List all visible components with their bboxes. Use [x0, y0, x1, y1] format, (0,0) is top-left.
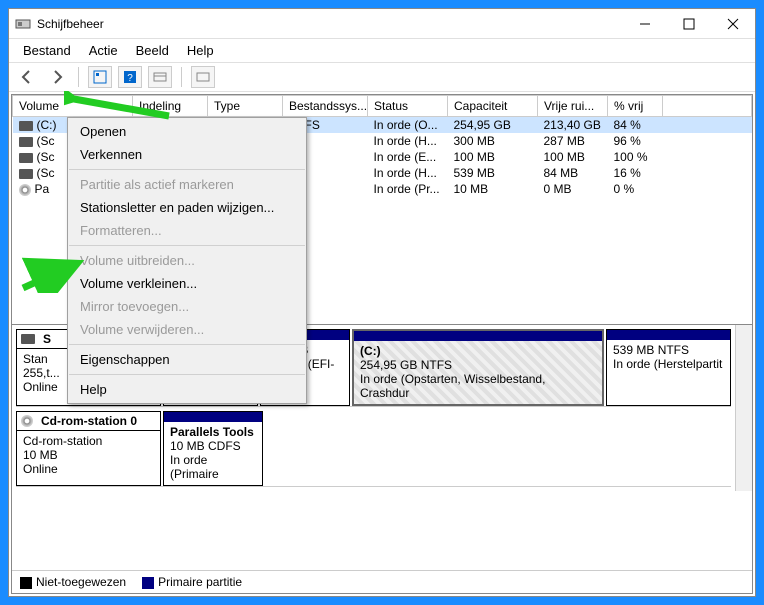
col-type[interactable]: Type [208, 96, 283, 117]
separator [181, 67, 182, 87]
col-status[interactable]: Status [368, 96, 448, 117]
svg-text:?: ? [127, 73, 133, 84]
toolbar: ? [9, 62, 755, 92]
ctx-open[interactable]: Openen [68, 120, 306, 143]
maximize-button[interactable] [667, 9, 711, 39]
col-fs[interactable]: Bestandssys... [283, 96, 368, 117]
ctx-mirror: Mirror toevoegen... [68, 295, 306, 318]
disk-name: S [43, 332, 51, 346]
volume-icon [19, 153, 33, 163]
separator [78, 67, 79, 87]
disk-management-window: Schijfbeheer Bestand Actie Beeld Help ? … [8, 8, 756, 597]
part-size: 254,95 GB NTFS [360, 358, 596, 372]
disk-row-cd: Cd-rom-station 0 Cd-rom-station 10 MB On… [16, 411, 731, 487]
disk-icon [21, 334, 35, 344]
col-volume[interactable]: Volume [13, 96, 133, 117]
help-button[interactable]: ? [118, 66, 142, 88]
col-cap[interactable]: Capaciteit [448, 96, 538, 117]
minimize-button[interactable] [623, 9, 667, 39]
menu-view[interactable]: Beeld [128, 41, 177, 60]
forward-button[interactable] [45, 66, 69, 88]
ctx-change-letter[interactable]: Stationsletter en paden wijzigen... [68, 196, 306, 219]
part-size: 10 MB CDFS [170, 439, 256, 453]
volume-icon [19, 184, 31, 196]
menu-file[interactable]: Bestand [15, 41, 79, 60]
col-pct[interactable]: % vrij [608, 96, 663, 117]
partition-selected[interactable]: (C:) 254,95 GB NTFS In orde (Opstarten, … [352, 329, 604, 406]
vertical-scrollbar[interactable] [735, 325, 752, 491]
cd-icon [21, 415, 33, 427]
app-icon [15, 16, 31, 32]
table-header: Volume Indeling Type Bestandssys... Stat… [13, 96, 752, 117]
close-button[interactable] [711, 9, 755, 39]
legend: Niet-toegewezen Primaire partitie [12, 570, 752, 593]
disk-info[interactable]: Cd-rom-station 0 Cd-rom-station 10 MB On… [16, 411, 161, 486]
back-button[interactable] [15, 66, 39, 88]
ctx-extend: Volume uitbreiden... [68, 249, 306, 272]
toolbar-btn-3[interactable] [148, 66, 172, 88]
col-blank[interactable] [663, 96, 752, 117]
window-title: Schijfbeheer [37, 17, 623, 31]
separator [69, 344, 305, 345]
toolbar-btn-4[interactable] [191, 66, 215, 88]
separator [69, 245, 305, 246]
volume-icon [19, 121, 33, 131]
legend-unallocated: Niet-toegewezen [20, 575, 126, 589]
separator [69, 169, 305, 170]
separator [69, 374, 305, 375]
col-free[interactable]: Vrije rui... [538, 96, 608, 117]
titlebar: Schijfbeheer [9, 9, 755, 39]
disk-type: Cd-rom-station [23, 434, 154, 448]
menubar: Bestand Actie Beeld Help [9, 39, 755, 62]
ctx-delete: Volume verwijderen... [68, 318, 306, 341]
ctx-mark-active: Partitie als actief markeren [68, 173, 306, 196]
part-status: In orde (Primaire [170, 453, 256, 481]
disk-size: 10 MB [23, 448, 154, 462]
volume-list: Volume Indeling Type Bestandssys... Stat… [12, 95, 752, 325]
volume-icon [19, 137, 33, 147]
legend-primary: Primaire partitie [142, 575, 242, 589]
menu-help[interactable]: Help [179, 41, 222, 60]
menu-action[interactable]: Actie [81, 41, 126, 60]
part-name: (C:) [360, 344, 596, 358]
part-status: In orde (Opstarten, Wisselbestand, Crash… [360, 372, 596, 400]
ctx-shrink[interactable]: Volume verkleinen... [68, 272, 306, 295]
disk-status: Online [23, 462, 154, 476]
ctx-format: Formatteren... [68, 219, 306, 242]
toolbar-btn-1[interactable] [88, 66, 112, 88]
partition[interactable]: Parallels Tools 10 MB CDFS In orde (Prim… [163, 411, 263, 486]
volume-icon [19, 169, 33, 179]
disk-name: Cd-rom-station 0 [41, 414, 137, 428]
ctx-properties[interactable]: Eigenschappen [68, 348, 306, 371]
ctx-help[interactable]: Help [68, 378, 306, 401]
part-status: In orde (Herstelpartit [613, 357, 724, 371]
col-layout[interactable]: Indeling [133, 96, 208, 117]
partition[interactable]: 539 MB NTFS In orde (Herstelpartit [606, 329, 731, 406]
part-name: Parallels Tools [170, 425, 256, 439]
content-area: Volume Indeling Type Bestandssys... Stat… [11, 94, 753, 594]
context-menu: Openen Verkennen Partitie als actief mar… [67, 117, 307, 404]
ctx-explore[interactable]: Verkennen [68, 143, 306, 166]
part-size: 539 MB NTFS [613, 343, 724, 357]
